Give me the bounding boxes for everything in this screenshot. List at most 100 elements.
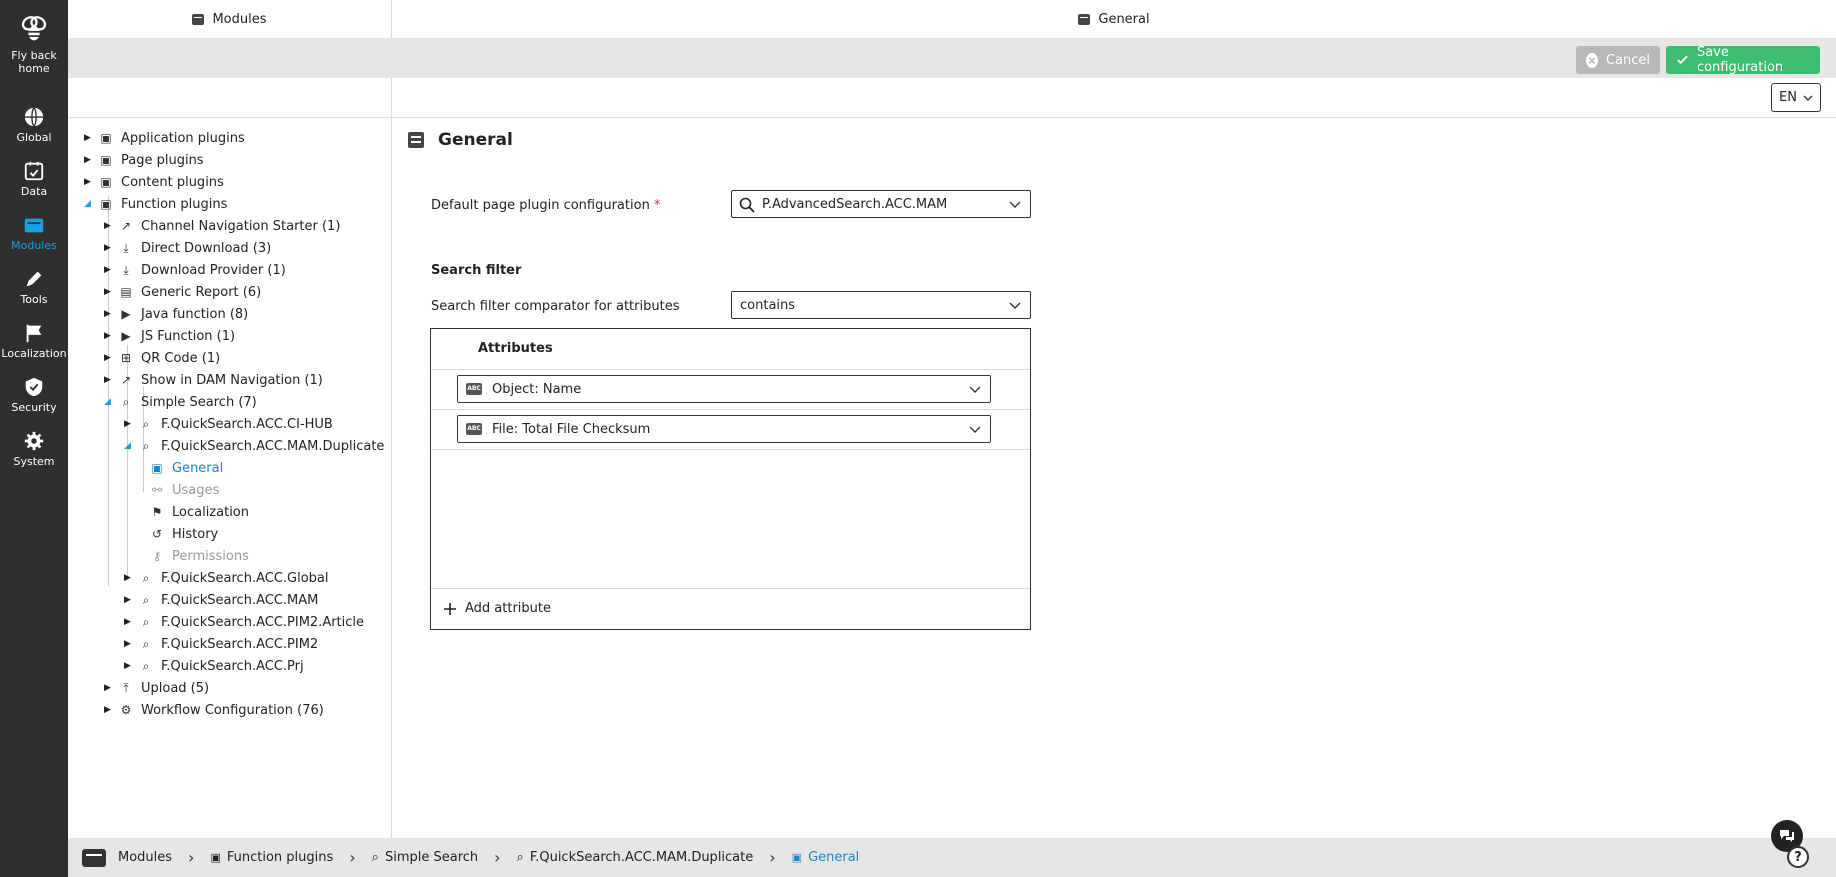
tree-item-quicksearch-ci-hub[interactable]: ▶ ⌕ F.QuickSearch.ACC.CI-HUB (124, 414, 333, 434)
left-rail: Fly back home Global Data Modules Tools (0, 0, 68, 877)
tree-item-label: Simple Search (7) (141, 394, 257, 410)
key-icon: ⚷ (152, 549, 162, 563)
plus-icon (444, 602, 456, 615)
tree-item-generic-report[interactable]: ▶ ▤ Generic Report (6) (104, 282, 261, 302)
attribute-select-file-checksum[interactable]: ABC File: Total File Checksum (457, 415, 991, 443)
expand-arrow-icon[interactable]: ▶ (104, 221, 114, 231)
default-config-label: Default page plugin configuration * (431, 198, 660, 213)
pencil-icon (26, 271, 42, 287)
tree-item-workflow-configuration[interactable]: ▶ ⚙ Workflow Configuration (76) (104, 700, 324, 720)
expand-arrow-icon[interactable]: ▶ (124, 639, 134, 649)
search-icon: ⌕ (142, 636, 150, 651)
tree-item-localization[interactable]: ⚑ Localization (150, 502, 249, 522)
tree-item-show-in-dam-navigation[interactable]: ▶ ↗ Show in DAM Navigation (1) (104, 370, 323, 390)
gear-icon (24, 431, 44, 451)
chevron-down-icon (969, 426, 981, 433)
tree-item-java-function[interactable]: ▶ ▶ Java function (8) (104, 304, 248, 324)
divider (431, 369, 1030, 370)
tree-item-simple-search[interactable]: ◢ ⌕ Simple Search (7) (104, 392, 257, 412)
tree-item-content-plugins[interactable]: ▶ ▣ Content plugins (84, 172, 224, 192)
attributes-panel: Attributes ABC Object: Name ABC File: To… (430, 328, 1031, 630)
help-icon[interactable]: ? (1787, 846, 1809, 868)
page-title: General (408, 130, 513, 150)
tree-item-quicksearch-pim2-article[interactable]: ▶ ⌕ F.QuickSearch.ACC.PIM2.Article (124, 612, 364, 632)
tree-item-function-plugins[interactable]: ◢ ▣ Function plugins (84, 194, 227, 214)
rail-label: Localization (1, 347, 67, 360)
attributes-header: Attributes (478, 341, 553, 356)
breadcrumb-quicksearch-mam-duplicate[interactable]: ⌕ F.QuickSearch.ACC.MAM.Duplicate (517, 850, 754, 865)
rail-item-global[interactable]: Global (0, 106, 68, 144)
language-select[interactable]: EN (1771, 83, 1821, 112)
download-icon: ⤓ (123, 262, 129, 277)
tree-item-quicksearch-prj[interactable]: ▶ ⌕ F.QuickSearch.ACC.Prj (124, 656, 304, 676)
tree-item-application-plugins[interactable]: ▶ ▣ Application plugins (84, 128, 245, 148)
chat-bubbles-icon (1780, 830, 1794, 842)
search-icon: ⌕ (142, 438, 150, 453)
upload-icon: ⤒ (123, 680, 129, 695)
add-attribute-button[interactable]: Add attribute (443, 601, 551, 616)
attribute-select-object-name[interactable]: ABC Object: Name (457, 375, 991, 403)
expand-arrow-icon[interactable]: ▶ (104, 375, 114, 385)
expand-arrow-icon[interactable]: ▶ (104, 243, 114, 253)
tree-item-page-plugins[interactable]: ▶ ▣ Page plugins (84, 150, 204, 170)
fly-back-home-button[interactable]: Fly back home (0, 12, 68, 75)
rail-item-system[interactable]: System (0, 430, 68, 468)
rail-item-localization[interactable]: Localization (0, 322, 68, 360)
expand-arrow-icon[interactable]: ▶ (84, 155, 94, 165)
breadcrumb-function-plugins[interactable]: ▣ Function plugins (210, 850, 333, 865)
chevron-right-icon: › (349, 848, 356, 867)
chevron-right-icon: › (188, 848, 195, 867)
tree-item-quicksearch-mam-duplicate[interactable]: ◢ ⌕ F.QuickSearch.ACC.MAM.Duplicate (124, 436, 384, 456)
expand-arrow-icon[interactable]: ▶ (104, 353, 114, 363)
tree-item-label: Function plugins (121, 196, 228, 212)
comparator-select[interactable]: contains (731, 291, 1031, 319)
expand-arrow-icon[interactable]: ▶ (104, 705, 114, 715)
tree-item-general[interactable]: ▣ General (150, 458, 223, 478)
expand-arrow-icon[interactable]: ▶ (104, 309, 114, 319)
expand-arrow-icon[interactable]: ▶ (104, 683, 114, 693)
cancel-button[interactable]: × Cancel (1576, 46, 1660, 74)
breadcrumb-modules[interactable]: Modules (118, 850, 172, 865)
collapse-arrow-icon[interactable]: ◢ (84, 199, 94, 209)
search-icon: ⌕ (122, 394, 130, 409)
expand-arrow-icon[interactable]: ▶ (104, 265, 114, 275)
breadcrumb-simple-search[interactable]: ⌕ Simple Search (372, 850, 478, 865)
rail-item-security[interactable]: Security (0, 376, 68, 414)
divider (431, 588, 1030, 589)
tree-item-upload[interactable]: ▶ ⤒ Upload (5) (104, 678, 209, 698)
expand-arrow-icon[interactable]: ▶ (84, 133, 94, 143)
tree-item-direct-download[interactable]: ▶ ⤓ Direct Download (3) (104, 238, 271, 258)
tree-item-js-function[interactable]: ▶ ▶ JS Function (1) (104, 326, 235, 346)
tree-item-label: Show in DAM Navigation (1) (141, 372, 323, 388)
expand-arrow-icon[interactable]: ▶ (124, 419, 134, 429)
expand-arrow-icon[interactable]: ▶ (124, 661, 134, 671)
collapse-arrow-icon[interactable]: ◢ (124, 441, 134, 451)
expand-arrow-icon[interactable]: ▶ (124, 617, 134, 627)
tree-item-label: General (172, 460, 224, 476)
default-config-select[interactable]: P.AdvancedSearch.ACC.MAM (731, 190, 1031, 218)
tree-item-label: Permissions (172, 548, 249, 564)
rail-item-modules[interactable]: Modules (0, 214, 68, 252)
tree-item-download-provider[interactable]: ▶ ⤓ Download Provider (1) (104, 260, 286, 280)
collapse-arrow-icon[interactable]: ◢ (104, 397, 114, 407)
rail-item-tools[interactable]: Tools (0, 268, 68, 306)
save-configuration-button[interactable]: Save configuration (1666, 45, 1820, 75)
tree-item-channel-navigation-starter[interactable]: ▶ ↗ Channel Navigation Starter (1) (104, 216, 340, 236)
rail-item-data[interactable]: Data (0, 160, 68, 198)
tree-item-quicksearch-global[interactable]: ▶ ⌕ F.QuickSearch.ACC.Global (124, 568, 329, 588)
tree-item-permissions[interactable]: ⚷ Permissions (150, 546, 249, 566)
tree-item-quicksearch-pim2[interactable]: ▶ ⌕ F.QuickSearch.ACC.PIM2 (124, 634, 318, 654)
expand-arrow-icon[interactable]: ▶ (84, 177, 94, 187)
tree-item-qr-code[interactable]: ▶ ⊞ QR Code (1) (104, 348, 220, 368)
tree-item-quicksearch-mam[interactable]: ▶ ⌕ F.QuickSearch.ACC.MAM (124, 590, 318, 610)
tree-item-label: Usages (172, 482, 220, 498)
tree-item-history[interactable]: ↺ History (150, 524, 218, 544)
breadcrumb-general[interactable]: ▣ General (792, 850, 860, 865)
expand-arrow-icon[interactable]: ▶ (104, 331, 114, 341)
expand-arrow-icon[interactable]: ▶ (124, 595, 134, 605)
expand-arrow-icon[interactable]: ▶ (124, 573, 134, 583)
search-icon: ⌕ (142, 570, 150, 585)
divider (431, 449, 1030, 450)
tree-item-usages[interactable]: ⚯ Usages (150, 480, 219, 500)
expand-arrow-icon[interactable]: ▶ (104, 287, 114, 297)
